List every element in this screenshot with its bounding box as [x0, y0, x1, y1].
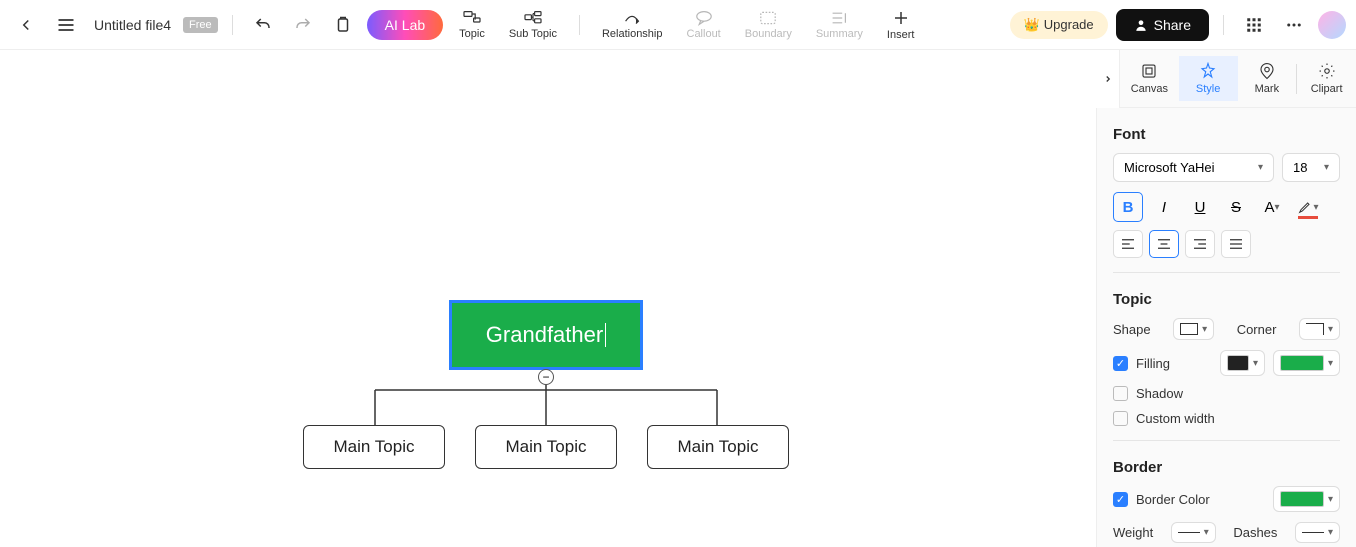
shadow-checkbox[interactable] [1113, 386, 1128, 401]
font-family-select[interactable]: Microsoft YaHei▾ [1113, 153, 1274, 182]
border-title: Border [1113, 459, 1340, 476]
border-color-label: Border Color [1136, 492, 1210, 507]
summary-tool: Summary [808, 10, 871, 40]
child-node[interactable]: Main Topic [475, 425, 617, 469]
text-color-button[interactable]: A▾ [1257, 192, 1287, 222]
bold-button[interactable]: B [1113, 192, 1143, 222]
weight-select[interactable]: ▾ [1171, 522, 1216, 543]
clipboard-button[interactable] [327, 9, 359, 41]
free-badge: Free [183, 17, 218, 33]
border-color-select[interactable]: ▾ [1273, 486, 1340, 512]
border-color-checkbox[interactable] [1113, 492, 1128, 507]
font-section: Font Microsoft YaHei▾ 18▾ B I U S A▾ ▾ [1113, 126, 1340, 258]
more-button[interactable] [1278, 9, 1310, 41]
panel-tabs: Canvas Style Mark Clipart [1096, 50, 1356, 108]
corner-label: Corner [1237, 322, 1277, 337]
corner-select[interactable]: ▾ [1299, 318, 1340, 340]
style-panel: Font Microsoft YaHei▾ 18▾ B I U S A▾ ▾ [1096, 108, 1356, 547]
font-size-select[interactable]: 18▾ [1282, 153, 1340, 182]
undo-button[interactable] [247, 9, 279, 41]
callout-tool: Callout [679, 10, 729, 40]
insert-tool[interactable]: Insert [879, 9, 923, 41]
divider [232, 15, 233, 35]
underline-button[interactable]: U [1185, 192, 1215, 222]
filling-checkbox[interactable] [1113, 356, 1128, 371]
style-tab[interactable]: Style [1179, 56, 1238, 101]
topic-section: Topic Shape ▾ Corner ▾ Filling ▾ ▾ Shado… [1113, 272, 1340, 426]
topic-tool[interactable]: Topic [451, 10, 493, 40]
child-node[interactable]: Main Topic [647, 425, 789, 469]
custom-width-checkbox[interactable] [1113, 411, 1128, 426]
border-section: Border Border Color ▾ Weight ▾ Dashes ▾ [1113, 440, 1340, 543]
boundary-tool: Boundary [737, 10, 800, 40]
chevron-down-icon: ▾ [1258, 162, 1263, 173]
mark-tab[interactable]: Mark [1238, 56, 1297, 101]
child-node[interactable]: Main Topic [303, 425, 445, 469]
italic-button[interactable]: I [1149, 192, 1179, 222]
top-toolbar: Untitled file4 Free AI Lab Topic Sub Top… [0, 0, 1356, 50]
share-button[interactable]: Share [1116, 9, 1209, 41]
redo-button[interactable] [287, 9, 319, 41]
align-left-button[interactable] [1113, 230, 1143, 258]
relationship-tool[interactable]: Relationship [594, 10, 671, 40]
divider [579, 15, 580, 35]
collapse-panel-button[interactable] [1096, 50, 1120, 108]
ai-lab-button[interactable]: AI Lab [367, 10, 443, 40]
chevron-down-icon: ▾ [1324, 162, 1329, 173]
filling-label: Filling [1136, 356, 1170, 371]
crown-icon: 👑 [1024, 17, 1040, 33]
divider [1223, 15, 1224, 35]
align-center-button[interactable] [1149, 230, 1179, 258]
shape-label: Shape [1113, 322, 1151, 337]
shape-select[interactable]: ▾ [1173, 318, 1214, 340]
apps-button[interactable] [1238, 9, 1270, 41]
align-right-button[interactable] [1185, 230, 1215, 258]
custom-width-label: Custom width [1136, 411, 1215, 426]
menu-button[interactable] [50, 9, 82, 41]
file-name[interactable]: Untitled file4 [94, 17, 171, 33]
back-button[interactable] [10, 9, 42, 41]
fill-color-1[interactable]: ▾ [1220, 350, 1265, 376]
root-node[interactable]: Grandfather [449, 300, 643, 370]
clipart-tab[interactable]: Clipart [1297, 56, 1356, 101]
weight-label: Weight [1113, 525, 1153, 540]
fill-color-2[interactable]: ▾ [1273, 350, 1340, 376]
highlight-button[interactable]: ▾ [1293, 192, 1323, 222]
shadow-label: Shadow [1136, 386, 1183, 401]
collapse-handle[interactable]: − [538, 369, 554, 385]
text-cursor [605, 323, 606, 347]
dashes-select[interactable]: ▾ [1295, 522, 1340, 543]
strikethrough-button[interactable]: S [1221, 192, 1251, 222]
canvas-tab[interactable]: Canvas [1120, 56, 1179, 101]
font-title: Font [1113, 126, 1340, 143]
align-justify-button[interactable] [1221, 230, 1251, 258]
topic-title: Topic [1113, 291, 1340, 308]
subtopic-tool[interactable]: Sub Topic [501, 10, 565, 40]
dashes-label: Dashes [1233, 525, 1277, 540]
canvas[interactable]: Grandfather − Main Topic Main Topic Main… [0, 50, 1096, 547]
avatar[interactable] [1318, 11, 1346, 39]
upgrade-button[interactable]: 👑 Upgrade [1010, 11, 1108, 39]
